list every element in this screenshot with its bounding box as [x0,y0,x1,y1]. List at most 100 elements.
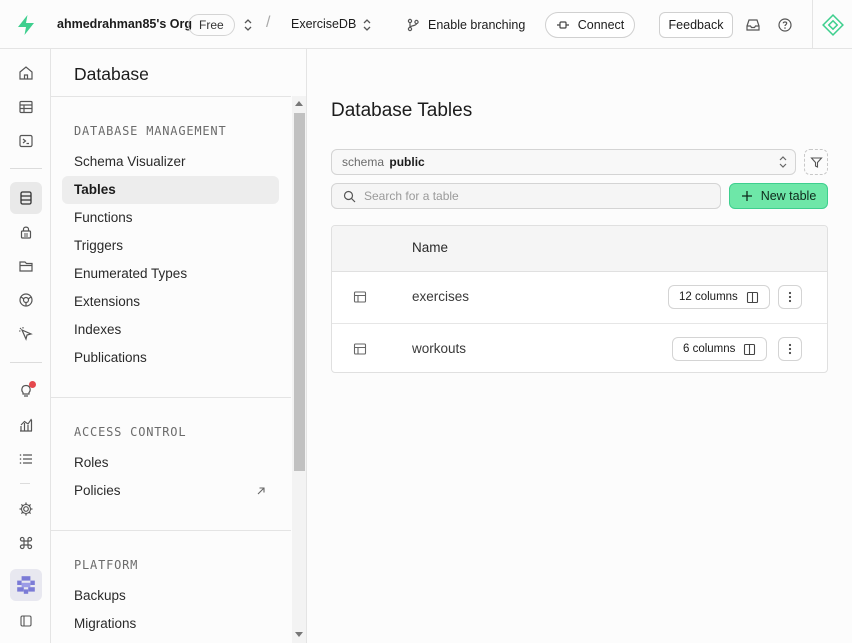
rail-divider [20,483,30,484]
sidebar-item-migrations[interactable]: Migrations [62,610,279,638]
gear-icon [19,502,33,516]
org-switcher-chevron-icon[interactable] [242,18,254,32]
more-vertical-icon [788,291,792,303]
sidebar-item-indexes[interactable]: Indexes [62,316,279,344]
table-name[interactable]: exercises [412,289,469,304]
enable-branching-button[interactable]: Enable branching [406,14,525,36]
command-icon [19,536,33,550]
sidebar-divider [51,96,291,97]
search-icon [343,190,356,202]
more-vertical-icon [788,343,792,355]
columns-icon [744,343,756,355]
org-name[interactable]: ahmedrahman85's Org [57,17,192,31]
sidebar-item-publications[interactable]: Publications [62,344,279,372]
project-name[interactable]: ExerciseDB [291,17,356,31]
identicon-avatar-icon [17,576,35,594]
row-actions-button[interactable] [778,337,802,361]
nav-settings[interactable] [10,493,42,525]
terminal-icon [19,134,33,148]
columns-icon [746,291,758,303]
project-switcher-chevron-icon[interactable] [361,18,373,32]
sidebar-item-enumerated-types[interactable]: Enumerated Types [62,260,279,288]
section-title-database-management: DATABASE MANAGEMENT [74,124,227,138]
column-header-name: Name [412,240,449,255]
columns-button[interactable]: 6 columns [672,337,768,361]
column-count: 12 columns [679,291,738,303]
rail-divider [10,362,42,363]
new-table-button[interactable]: New table [729,183,828,209]
nav-advisors[interactable] [10,375,42,407]
connect-button[interactable]: Connect [545,12,635,38]
sidebar-scrollbar[interactable] [292,96,306,643]
new-table-label: New table [760,189,817,203]
supabase-logo-icon[interactable] [15,14,37,36]
table-header: Name [332,226,827,272]
filter-icon [809,156,823,168]
edge-functions-icon [19,293,33,307]
section-title-platform: PLATFORM [74,558,139,572]
inbox-icon[interactable] [745,17,761,33]
cursor-icon [19,327,33,341]
help-icon[interactable] [777,17,793,33]
schema-value: public [389,155,425,169]
filter-button[interactable] [804,149,828,175]
nav-home[interactable] [10,57,42,89]
nav-table-editor[interactable] [10,91,42,123]
plug-icon [556,21,569,29]
sidebar-item-policies[interactable]: Policies [62,477,279,505]
nav-realtime[interactable] [10,318,42,350]
sidebar-item-backups[interactable]: Backups [62,582,279,610]
nav-collapse[interactable] [10,605,42,637]
nav-reports[interactable] [10,409,42,441]
schema-selector[interactable]: schema public [331,149,796,175]
nav-database[interactable] [10,182,42,214]
sidebar-item-extensions[interactable]: Extensions [62,288,279,316]
table-row[interactable]: exercises 12 columns [332,272,827,323]
nav-profile-avatar[interactable] [10,569,42,601]
table-icon [353,291,367,303]
home-icon [19,66,33,80]
columns-button[interactable]: 12 columns [668,285,770,309]
scrollbar-thumb[interactable] [294,113,305,471]
notification-dot [29,381,36,388]
feedback-button[interactable]: Feedback [659,12,733,38]
breadcrumb-separator: / [266,14,271,31]
top-bar: ahmedrahman85's Org Free / ExerciseDB En… [0,0,852,49]
main-content: Database Tables schema public New table … [308,49,852,643]
git-branch-icon [407,18,419,32]
sidebar-item-tables[interactable]: Tables [62,176,279,204]
search-input[interactable] [364,189,704,203]
nav-storage[interactable] [10,250,42,282]
sidebar-item-triggers[interactable]: Triggers [62,232,279,260]
section-divider [51,530,291,531]
lock-icon [20,226,32,239]
table-row[interactable]: workouts 6 columns [332,323,827,372]
nav-edge-functions[interactable] [10,284,42,316]
nav-sql-editor[interactable] [10,125,42,157]
user-avatar[interactable] [812,0,852,49]
table-name[interactable]: workouts [412,341,466,356]
sidebar-toggle-icon [20,615,32,627]
database-sidebar: Database DATABASE MANAGEMENT Schema Visu… [51,49,307,643]
rail-divider [10,168,42,169]
nav-logs[interactable] [10,443,42,475]
nav-authentication[interactable] [10,216,42,248]
enable-branching-label: Enable branching [428,18,526,32]
column-count: 6 columns [683,343,736,355]
sidebar-item-functions[interactable]: Functions [62,204,279,232]
schema-key-label: schema [342,155,385,169]
sidebar-item-schema-visualizer[interactable]: Schema Visualizer [62,148,279,176]
plus-icon [741,191,752,201]
connect-label: Connect [577,18,625,32]
nav-rail [0,49,51,643]
scroll-up-arrow-icon[interactable] [295,101,303,106]
scroll-down-arrow-icon[interactable] [295,632,303,637]
section-divider [51,397,291,398]
sidebar-item-roles[interactable]: Roles [62,449,279,477]
plan-badge: Free [188,14,235,36]
table-search[interactable] [331,183,721,209]
external-link-arrow-icon [257,487,265,495]
avatar-diamond-icon [821,13,844,36]
nav-command-menu[interactable] [10,527,42,559]
row-actions-button[interactable] [778,285,802,309]
